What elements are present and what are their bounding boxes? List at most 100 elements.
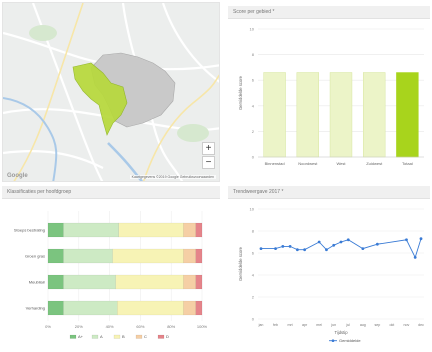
segment-a bbox=[63, 222, 119, 238]
category-label: Meubilair bbox=[29, 280, 46, 285]
segment-aplus bbox=[47, 300, 64, 316]
data-point bbox=[405, 238, 408, 242]
legend-swatch bbox=[91, 334, 99, 339]
x-tick-label: dec bbox=[418, 323, 424, 327]
segment-d bbox=[195, 222, 203, 238]
x-tick-label: feb bbox=[273, 323, 278, 327]
bar-noordwest bbox=[296, 72, 320, 158]
y-tick-label: 2 bbox=[252, 129, 255, 134]
segment-aplus bbox=[47, 274, 64, 290]
y-tick-label: 10 bbox=[250, 27, 255, 32]
segment-c bbox=[183, 274, 196, 290]
x-tick-label: Noordwest bbox=[298, 161, 318, 166]
x-tick-label: 60% bbox=[136, 324, 144, 329]
x-tick-label: apr bbox=[302, 323, 308, 327]
score-panel-title: Score per gebied * bbox=[228, 6, 430, 19]
x-tick-label: jun bbox=[330, 323, 336, 327]
classification-chart: 0% 20% 40% 60% 80% 100% Stoeps bestrating Groen… bbox=[14, 211, 208, 339]
x-tick-label: sep bbox=[374, 323, 380, 327]
data-point bbox=[325, 248, 328, 252]
segment-b bbox=[112, 248, 184, 264]
legend-swatch bbox=[135, 334, 143, 339]
bar-west bbox=[329, 72, 353, 158]
segment-d bbox=[195, 248, 203, 264]
x-tick-label: nov bbox=[404, 323, 410, 327]
y-tick-label: 6 bbox=[252, 251, 255, 256]
segment-b bbox=[118, 222, 184, 238]
map-provider-logo: Google bbox=[7, 173, 28, 179]
bar-zuidwest bbox=[362, 72, 386, 158]
x-tick-label: 80% bbox=[167, 324, 175, 329]
category-label: Groen gras bbox=[25, 254, 45, 259]
data-point bbox=[303, 248, 307, 252]
zoom-out-button[interactable]: − bbox=[202, 156, 215, 169]
segment-d bbox=[195, 274, 203, 290]
data-point bbox=[375, 242, 379, 246]
data-point bbox=[346, 238, 350, 242]
category-label: Verharding bbox=[26, 306, 45, 311]
segment-c bbox=[183, 248, 196, 264]
segment-b bbox=[117, 300, 184, 316]
legend-label: B bbox=[122, 334, 125, 339]
segment-b bbox=[115, 274, 184, 290]
x-tick-label: 20% bbox=[75, 324, 83, 329]
x-tick-label: Zuidwest bbox=[366, 161, 383, 166]
data-point bbox=[413, 256, 417, 259]
category-label: Stoeps bestrating bbox=[14, 228, 45, 233]
legend-label: D bbox=[166, 334, 169, 339]
legend-label: A bbox=[100, 334, 103, 339]
trend-chart: 10 8 6 4 2 0 Gemiddelde score jan feb mrt apr mei ju… bbox=[238, 207, 424, 344]
data-point bbox=[274, 247, 277, 250]
classification-panel-title: Klassificaties per hoofdgroep bbox=[2, 186, 220, 199]
x-tick-label: aug bbox=[360, 323, 366, 327]
map-canvas[interactable] bbox=[3, 3, 220, 182]
map-park bbox=[29, 25, 57, 41]
x-tick-label: 100% bbox=[197, 324, 208, 329]
y-tick-label: 10 bbox=[250, 207, 255, 212]
zoom-in-button[interactable]: + bbox=[202, 142, 215, 155]
legend-label: Gemiddelde bbox=[339, 338, 361, 343]
x-tick-label: mei bbox=[316, 323, 322, 327]
map-park bbox=[177, 124, 209, 142]
map-attribution[interactable]: Kaartgegevens ©2019 Google Gebruiksvoorw… bbox=[129, 175, 216, 179]
y-tick-label: 4 bbox=[252, 273, 255, 278]
data-point bbox=[317, 240, 321, 244]
data-point bbox=[339, 240, 343, 244]
y-axis-label: Gemiddelde score bbox=[238, 75, 243, 110]
segment-a bbox=[63, 248, 113, 264]
x-tick-label: mrt bbox=[287, 323, 292, 327]
data-point bbox=[281, 245, 285, 248]
x-tick-label: jul bbox=[345, 323, 350, 327]
legend-swatch bbox=[157, 334, 165, 339]
x-tick-label: 40% bbox=[106, 324, 114, 329]
y-tick-label: 0 bbox=[252, 155, 255, 160]
segment-aplus bbox=[47, 222, 64, 238]
segment-aplus bbox=[47, 248, 64, 264]
y-axis-label: Gemiddelde score bbox=[238, 246, 243, 281]
classification-panel: Klassificaties per hoofdgroep 0% 20% 40% 60… bbox=[2, 186, 220, 350]
bar-totaal bbox=[396, 72, 419, 158]
data-point bbox=[259, 247, 263, 250]
y-tick-label: 2 bbox=[252, 295, 255, 300]
legend-swatch bbox=[113, 334, 121, 339]
x-tick-label: jan bbox=[258, 323, 264, 327]
segment-d bbox=[195, 300, 203, 316]
segment-c bbox=[183, 222, 196, 238]
y-tick-label: 8 bbox=[252, 52, 255, 57]
x-tick-label: Binnenstad bbox=[265, 161, 285, 166]
legend-label: A+ bbox=[78, 334, 84, 339]
segment-a bbox=[63, 300, 118, 316]
data-point bbox=[419, 237, 423, 241]
y-tick-label: 8 bbox=[252, 229, 255, 234]
score-chart: 10 8 6 4 2 0 Gemiddelde score Binnenstad Noordwe… bbox=[238, 27, 424, 166]
data-point bbox=[288, 245, 292, 248]
legend-marker bbox=[331, 339, 335, 342]
segment-c bbox=[183, 300, 196, 316]
map-view[interactable]: + − Google Kaartgegevens ©2019 Google Ge… bbox=[2, 2, 220, 182]
trend-panel-title: Trendweergave 2017 * bbox=[228, 186, 430, 199]
x-tick-label: Totaal bbox=[402, 161, 413, 166]
y-tick-label: 0 bbox=[252, 317, 255, 322]
x-tick-label: okt bbox=[390, 323, 395, 327]
data-point bbox=[361, 247, 365, 250]
data-point bbox=[295, 248, 299, 252]
